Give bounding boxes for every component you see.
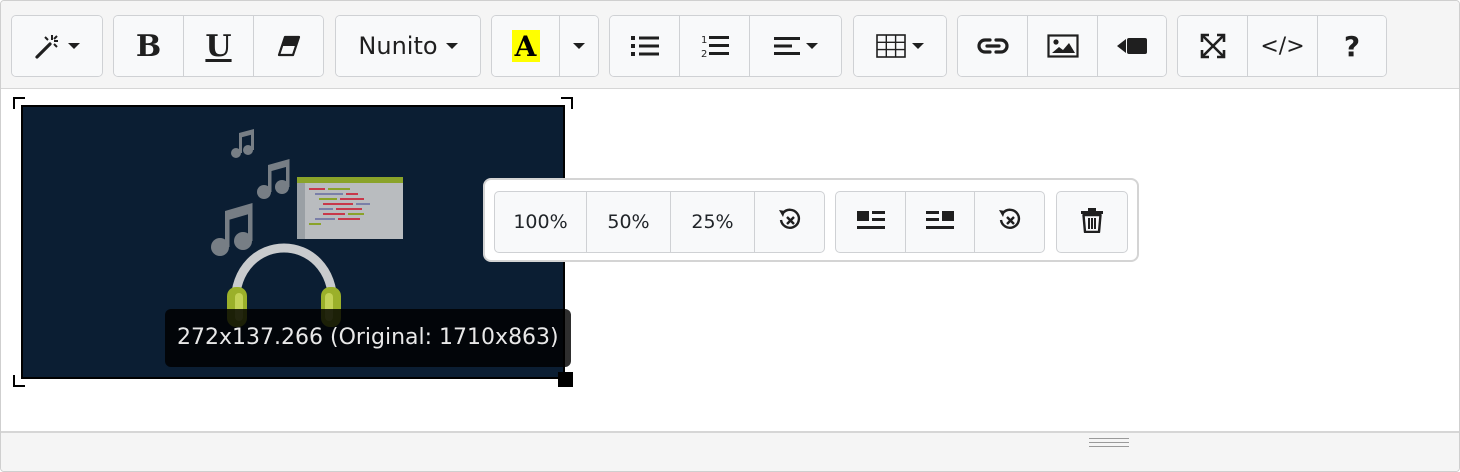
chevron-down-icon <box>805 43 818 49</box>
video-icon <box>1117 36 1147 56</box>
view-group: </> ? <box>1177 15 1387 77</box>
picture-icon <box>1046 34 1079 58</box>
code-view-button[interactable]: </> <box>1248 16 1318 76</box>
bold-button[interactable]: B <box>114 16 184 76</box>
remove-image-button[interactable] <box>1057 192 1127 252</box>
ordered-list-button[interactable]: 1 2 <box>680 16 750 76</box>
resize-half-button[interactable]: 50% <box>587 192 671 252</box>
float-left-icon <box>856 209 885 236</box>
underline-button[interactable]: U <box>184 16 254 76</box>
list-ul-icon <box>630 35 659 57</box>
resize-handle-bottom-right[interactable] <box>558 372 573 387</box>
insert-picture-button[interactable] <box>1028 16 1098 76</box>
color-group: A <box>491 15 599 77</box>
resize-group: 100% 50% 25% <box>494 191 825 253</box>
insert-link-button[interactable] <box>958 16 1028 76</box>
float-group <box>835 191 1045 253</box>
table-dropdown-button[interactable] <box>854 16 946 76</box>
image-size-tooltip: 272x137.266 (Original: 1710x863) <box>165 309 571 367</box>
list-ol-icon: 1 2 <box>701 33 729 59</box>
underline-label: U <box>205 28 232 64</box>
help-label: ? <box>1343 29 1361 63</box>
resize-quarter-button[interactable]: 25% <box>671 192 755 252</box>
expand-icon <box>1200 33 1226 59</box>
code-view-label: </> <box>1260 33 1305 59</box>
unordered-list-button[interactable] <box>610 16 680 76</box>
editor-toolbar: B U Nunito A 1 2 </> ? <box>1 1 1459 89</box>
bold-label: B <box>135 28 162 64</box>
editor-statusbar <box>1 431 1459 471</box>
reset-size-button[interactable] <box>755 192 824 252</box>
insert-group <box>957 15 1167 77</box>
float-left-button[interactable] <box>836 192 906 252</box>
font-style-group: B U <box>113 15 324 77</box>
table-icon <box>876 34 906 58</box>
table-group <box>853 15 947 77</box>
chevron-down-icon <box>68 43 80 49</box>
style-dropdown-button[interactable] <box>12 16 102 76</box>
image-popover: 100% 50% 25% <box>483 178 1139 262</box>
rich-text-editor: B U Nunito A 1 2 </> ? 272x137.266 (Orig… <box>0 0 1460 472</box>
chevron-down-icon <box>912 43 924 49</box>
float-none-button[interactable] <box>975 192 1044 252</box>
color-dropdown-button[interactable] <box>560 16 598 76</box>
chevron-down-icon <box>573 43 585 49</box>
font-name-group: Nunito <box>335 15 481 77</box>
recent-color-button[interactable]: A <box>492 16 560 76</box>
link-icon <box>976 36 1009 56</box>
paragraph-group: 1 2 <box>609 15 842 77</box>
insert-video-button[interactable] <box>1098 16 1166 76</box>
float-right-icon <box>926 209 954 236</box>
remove-group <box>1056 191 1128 253</box>
rotate-left-icon <box>997 207 1023 238</box>
font-name-label: Nunito <box>358 32 438 60</box>
resize-full-button[interactable]: 100% <box>495 192 587 252</box>
float-right-button[interactable] <box>906 192 975 252</box>
align-dropdown-button[interactable] <box>750 16 841 76</box>
magic-wand-icon <box>34 32 62 60</box>
ordered-list-number: 1 <box>701 35 707 46</box>
chevron-down-icon <box>445 43 458 49</box>
fullscreen-button[interactable] <box>1178 16 1248 76</box>
align-left-icon <box>773 36 800 56</box>
resize-bar-grip[interactable] <box>1089 438 1129 448</box>
clear-format-button[interactable] <box>254 16 323 76</box>
help-button[interactable]: ? <box>1318 16 1386 76</box>
style-group <box>11 15 103 77</box>
text-color-label: A <box>511 30 540 63</box>
eraser-icon <box>277 35 301 57</box>
font-name-dropdown[interactable]: Nunito <box>336 16 480 76</box>
rotate-left-icon <box>777 207 803 238</box>
trash-icon <box>1080 207 1104 238</box>
ordered-list-number: 2 <box>701 49 707 59</box>
